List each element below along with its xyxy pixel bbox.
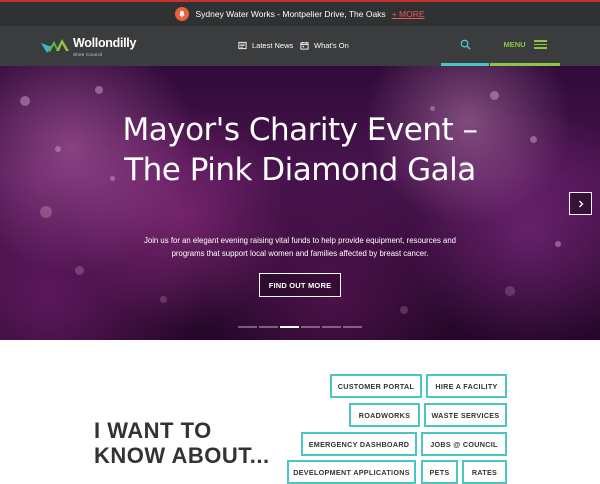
nav-latest-news[interactable]: Latest News — [238, 41, 293, 50]
carousel-indicator[interactable] — [343, 326, 362, 328]
know-about-heading: I WANT TO KNOW ABOUT... — [94, 418, 270, 468]
logo-name: Wollondilly — [73, 36, 137, 50]
menu-button[interactable]: MENU — [490, 26, 560, 66]
carousel-indicator[interactable] — [301, 326, 320, 328]
know-about-section: I WANT TO KNOW ABOUT... CUSTOMER PORTAL … — [0, 340, 600, 484]
hamburger-icon — [533, 38, 547, 52]
link-roadworks[interactable]: ROADWORKS — [349, 403, 420, 427]
news-icon — [238, 41, 247, 50]
search-button[interactable] — [441, 26, 489, 66]
bell-icon — [175, 7, 190, 21]
carousel-indicator[interactable] — [238, 326, 257, 328]
link-development-applications[interactable]: DEVELOPMENT APPLICATIONS — [287, 460, 416, 484]
link-hire-a-facility[interactable]: HIRE A FACILITY — [426, 374, 507, 398]
carousel-indicator[interactable] — [322, 326, 341, 328]
link-jobs-at-council[interactable]: JOBS @ COUNCIL — [421, 432, 507, 456]
carousel-indicators — [238, 326, 362, 328]
link-emergency-dashboard[interactable]: EMERGENCY DASHBOARD — [301, 432, 417, 456]
chevron-right-icon — [578, 200, 583, 207]
site-logo[interactable]: Wollondilly Shire Council — [40, 34, 136, 57]
carousel-next-button[interactable] — [569, 192, 592, 215]
nav-latest-news-label: Latest News — [252, 41, 294, 50]
logo-subtitle: Shire Council — [73, 52, 103, 57]
link-rates[interactable]: RATES — [462, 460, 507, 484]
alert-bar: Sydney Water Works - Montpelier Drive, T… — [0, 0, 600, 26]
calendar-icon — [300, 41, 309, 50]
logo-mark-icon — [41, 38, 69, 53]
site-header: Wollondilly Shire Council Latest News Wh… — [0, 26, 600, 66]
find-out-more-button[interactable]: FIND OUT MORE — [259, 273, 341, 297]
hero-title: Mayor's Charity Event – The Pink Diamond… — [122, 112, 479, 188]
search-icon — [460, 39, 471, 50]
link-waste-services[interactable]: WASTE SERVICES — [424, 403, 507, 427]
hero-carousel: Mayor's Charity Event – The Pink Diamond… — [0, 66, 600, 340]
carousel-indicator-active[interactable] — [280, 326, 299, 328]
alert-text[interactable]: Sydney Water Works - Montpelier Drive, T… — [195, 9, 385, 19]
link-customer-portal[interactable]: CUSTOMER PORTAL — [330, 374, 422, 398]
hero-overlay — [0, 66, 600, 340]
alert-more-link[interactable]: + MORE — [392, 9, 425, 19]
carousel-indicator[interactable] — [259, 326, 278, 328]
nav-whats-on-label: What's On — [314, 41, 349, 50]
menu-label: MENU — [503, 40, 526, 49]
hero-description: Join us for an elegant evening raising v… — [143, 236, 457, 258]
link-pets[interactable]: PETS — [421, 460, 458, 484]
nav-whats-on[interactable]: What's On — [300, 41, 349, 50]
